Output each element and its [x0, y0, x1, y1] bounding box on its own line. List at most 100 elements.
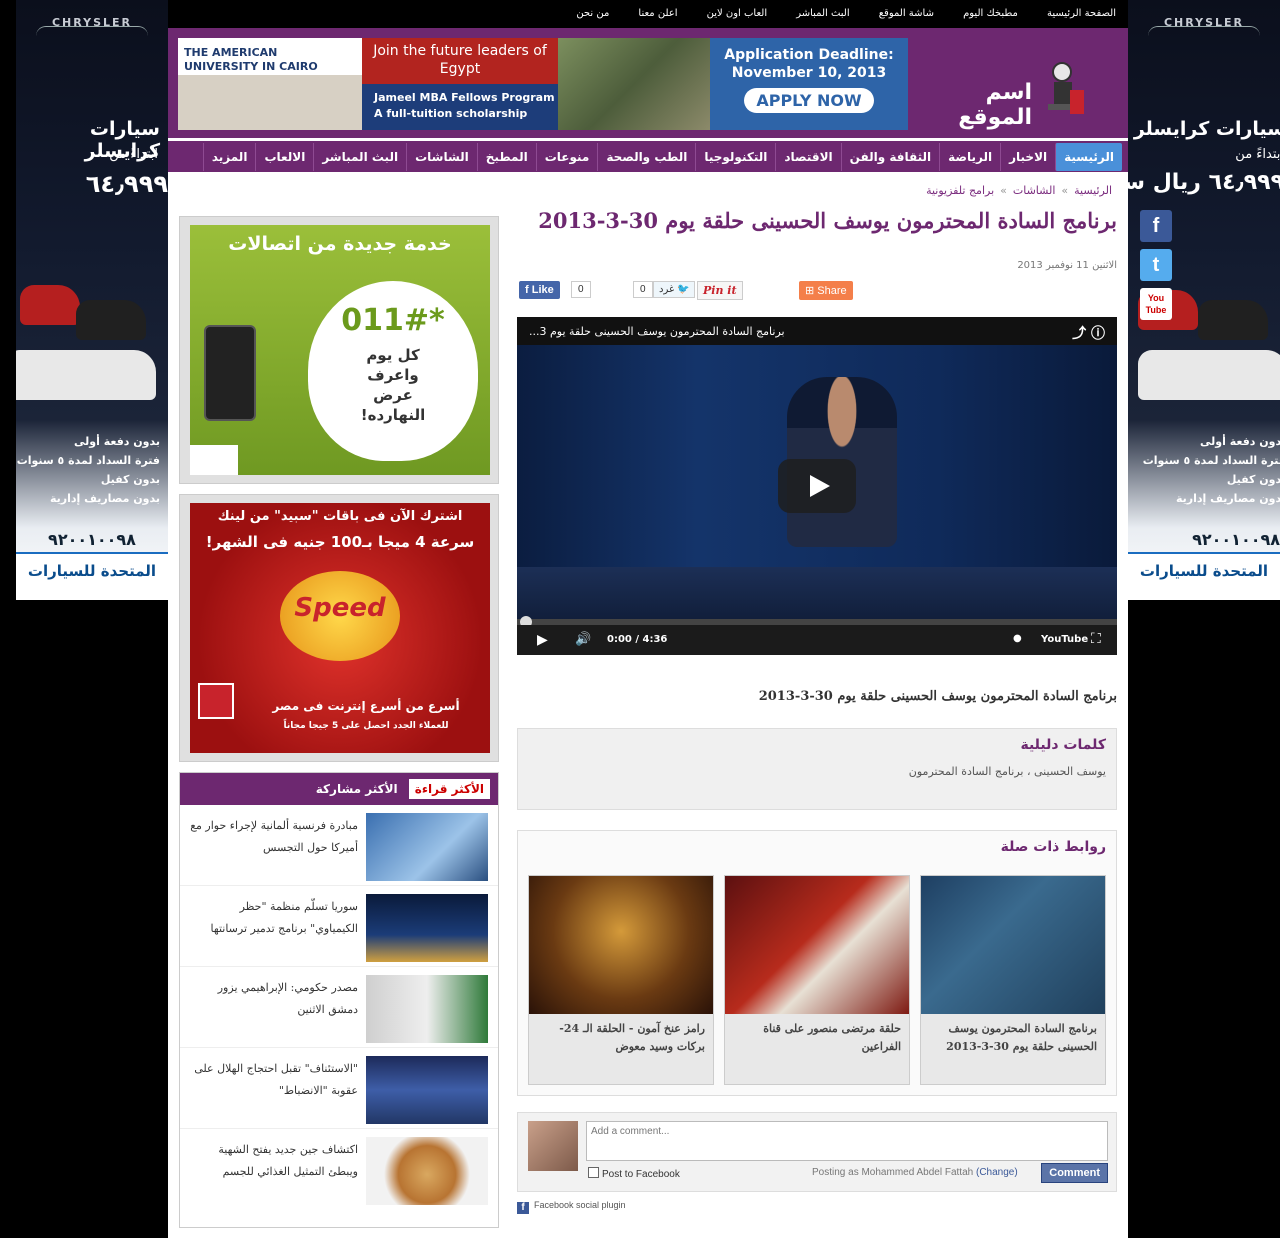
list-item[interactable]: اكتشاف جين جديد يفتح الشهية ويبطئ التمثي…: [180, 1129, 498, 1210]
video-title[interactable]: برنامج السادة المحترمون يوسف الحسينى حلق…: [529, 325, 785, 338]
settings-icon[interactable]: ●: [1013, 633, 1022, 644]
top-links-bar: الصفحة الرئيسية مطبخك اليوم شاشة الموقع …: [168, 0, 1128, 28]
pin-it-button[interactable]: Pin it: [697, 281, 743, 300]
top-link-kitchen[interactable]: مطبخك اليوم: [951, 0, 1030, 28]
nav-home[interactable]: الرئيسية: [1055, 143, 1122, 171]
related-item[interactable]: حلقة مرتضى منصور على قناة الفراعين: [724, 875, 910, 1085]
ad2-bottom: أسرع من أسرع إنترنت فى مصر: [272, 699, 460, 713]
top-link-about[interactable]: من نحن: [564, 0, 621, 28]
car-image: [1198, 300, 1268, 340]
youtube-icon[interactable]: You Tube: [1140, 288, 1172, 320]
tab-most-read[interactable]: الأكثر قراءة: [408, 779, 490, 799]
tweet-button[interactable]: غرد 🐦: [653, 281, 696, 298]
etisalat-logo: [190, 445, 238, 475]
car-image: [16, 350, 156, 400]
tags-box: كلمات دليلية يوسف الحسينى ، برنامج الساد…: [517, 728, 1117, 810]
news-thumbnail: [366, 975, 488, 1043]
dealer-logo: المتحدة للسيارات: [1128, 552, 1280, 600]
related-thumbnail: [725, 876, 909, 1014]
top-link-live[interactable]: البث المباشر: [784, 0, 861, 28]
ad2-brand: Speed: [294, 593, 386, 623]
breadcrumb-tv-programs[interactable]: برامج تلفزيونية: [926, 184, 994, 197]
play-icon[interactable]: ▶: [537, 632, 548, 648]
banner-photo: [558, 38, 710, 130]
tags-heading: كلمات دليلية: [1020, 737, 1106, 753]
ad2-note: للعملاء الجدد احصل على 5 جيجا مجاناً: [283, 721, 449, 731]
related-heading: روابط ذات صلة: [1000, 839, 1106, 855]
ad-features: بدون دفعة أولى فترة السداد لمدة ٥ سنوات …: [16, 435, 160, 505]
avatar: [528, 1121, 578, 1171]
volume-icon[interactable]: 🔊: [575, 632, 591, 647]
top-link-advertise[interactable]: اعلن معنا: [626, 0, 689, 28]
nav-games[interactable]: الالعاب: [255, 143, 313, 171]
nav-more[interactable]: المزيد: [202, 143, 256, 171]
youtube-logo-icon[interactable]: YouTube: [1041, 634, 1088, 645]
nav-sports[interactable]: الرياضة: [939, 143, 1000, 171]
list-item[interactable]: مصدر حكومي: الإبراهيمي يزور دمشق الاثنين: [180, 967, 498, 1048]
main-nav: الرئيسيةالاخبارالرياضةالثقافة والفنالاقت…: [168, 138, 1128, 172]
nav-economy[interactable]: الاقتصاد: [775, 143, 840, 171]
youtube-video-player[interactable]: برنامج السادة المحترمون يوسف الحسينى حلق…: [517, 317, 1117, 655]
top-link-games[interactable]: العاب اون لاين: [695, 0, 780, 28]
news-thumbnail: [366, 813, 488, 881]
ad2-top: اشترك الآن فى باقات "سبيد" من لينك: [217, 509, 463, 524]
phone-image: [204, 325, 256, 421]
auc-banner-ad[interactable]: THE AMERICAN UNIVERSITY IN CAIRO Join th…: [178, 38, 908, 130]
ad1-lines: كل يوم واعرف عرض النهارده!: [360, 346, 426, 424]
fullscreen-icon[interactable]: ⛶: [1091, 631, 1101, 647]
apply-now-button[interactable]: APPLY NOW: [744, 88, 874, 113]
list-item[interactable]: "الاستئناف" تقبل احتجاج الهلال على عقوبة…: [180, 1048, 498, 1129]
share-button[interactable]: ⊞ Share: [799, 281, 853, 300]
nav-technology[interactable]: التكنولوجيا: [695, 143, 775, 171]
list-item[interactable]: سوريا تسلّم منظمة "حظر الكيمياوي" برنامج…: [180, 886, 498, 967]
facebook-icon[interactable]: f: [1140, 210, 1172, 242]
related-item[interactable]: برنامج السادة المحترمون يوسف الحسينى حلق…: [920, 875, 1106, 1085]
ad-features: بدون دفعة أولى فترة السداد لمدة ٥ سنوات …: [1142, 435, 1280, 505]
nav-live[interactable]: البث المباشر: [313, 143, 406, 171]
most-read-widget: الأكثر قراءة الأكثر مشاركة مبادرة فرنسية…: [179, 772, 499, 1228]
car-image: [1138, 350, 1280, 400]
nav-news[interactable]: الاخبار: [1000, 143, 1055, 171]
nav-misc[interactable]: منوعات: [535, 143, 598, 171]
comment-button[interactable]: Comment: [1041, 1163, 1108, 1183]
related-thumbnail: [921, 876, 1105, 1014]
news-thumbnail: [366, 894, 488, 962]
twitter-icon[interactable]: t: [1140, 249, 1172, 281]
site-logo[interactable]: اسم الموقع: [928, 42, 1108, 130]
video-controls: ▶ 🔊 0:00 / 4:36 ● YouTube ⛶: [517, 625, 1117, 655]
tab-most-shared[interactable]: الأكثر مشاركة: [310, 779, 404, 799]
facebook-plugin-label[interactable]: f Facebook social plugin: [517, 1200, 1117, 1214]
play-button[interactable]: [778, 459, 856, 513]
top-link-home[interactable]: الصفحة الرئيسية: [1035, 0, 1128, 28]
comment-input[interactable]: Add a comment...: [586, 1121, 1108, 1161]
facebook-comments-box: Add a comment... Post to Facebook Postin…: [517, 1112, 1117, 1192]
ad-from: ابتداءً من: [1235, 147, 1280, 162]
car-image: [20, 285, 80, 325]
post-to-facebook-checkbox[interactable]: Post to Facebook: [588, 1167, 680, 1180]
left-side-ad[interactable]: CHRYSLER سيارات كرايسلر ابتداءً من ٦٤٫٩٩…: [16, 0, 168, 600]
nav-culture[interactable]: الثقافة والفن: [840, 143, 940, 171]
related-item[interactable]: رامز عنخ آمون - الحلقة الـ 24- بركات وسي…: [528, 875, 714, 1085]
dealer-logo: المتحدة للسيارات: [16, 552, 168, 600]
article-summary: برنامج السادة المحترمون يوسف الحسينى حلق…: [758, 689, 1117, 704]
facebook-like-button[interactable]: f Like: [519, 281, 560, 299]
breadcrumb-screens[interactable]: الشاشات: [1013, 184, 1056, 197]
breadcrumb-home[interactable]: الرئيسية: [1074, 184, 1112, 197]
link-speed-ad[interactable]: اشترك الآن فى باقات "سبيد" من لينك سرعة …: [179, 494, 499, 762]
nav-screens[interactable]: الشاشات: [406, 143, 477, 171]
share-icon[interactable]: ⤴ ⓘ: [1072, 323, 1105, 343]
nav-kitchen[interactable]: المطبخ: [476, 143, 536, 171]
ad1-title: خدمة جديدة من اتصالات: [228, 233, 452, 255]
related-thumbnail: [529, 876, 713, 1014]
change-account-link[interactable]: (Change): [976, 1167, 1018, 1178]
ad-phone: ٩٢٠٠١٠٠٩٨: [48, 530, 136, 549]
nav-health[interactable]: الطب والصحة: [597, 143, 695, 171]
list-item[interactable]: مبادرة فرنسية ألمانية لإجراء حوار مع أمي…: [180, 805, 498, 886]
share-bar: f Like 0 0 غرد 🐦 Pin it ⊞ Share: [517, 281, 1117, 305]
tags-list[interactable]: يوسف الحسينى ، برنامج السادة المحترمون: [528, 765, 1106, 778]
news-thumbnail: [366, 1056, 488, 1124]
ad-from: ابتداءً من: [109, 147, 158, 162]
etisalat-ad[interactable]: خدمة جديدة من اتصالات *011# كل يوم واعرف…: [179, 216, 499, 484]
car-image: [76, 300, 146, 340]
top-link-site-screen[interactable]: شاشة الموقع: [867, 0, 946, 28]
